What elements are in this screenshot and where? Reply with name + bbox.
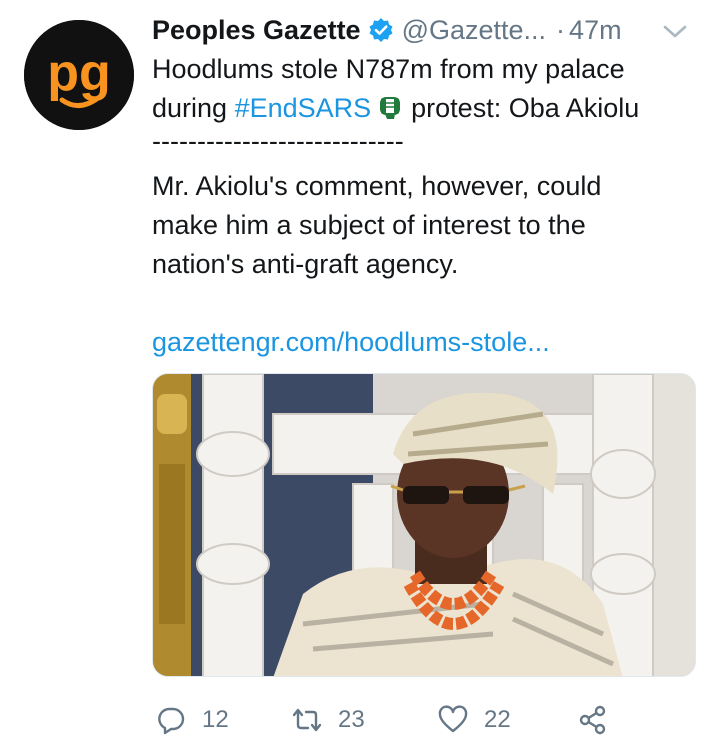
tweet-header: Peoples Gazette @Gazette... · 47m (152, 10, 700, 50)
chevron-down-icon[interactable] (662, 24, 688, 40)
like-count: 22 (484, 706, 511, 733)
like-button[interactable]: 22 (438, 700, 511, 740)
account-handle[interactable]: @Gazette... (402, 15, 546, 46)
tweet-actions: 12 23 22 (152, 700, 692, 740)
reply-button[interactable]: 12 (156, 700, 229, 740)
reply-count: 12 (202, 706, 229, 733)
oba-portrait-image (153, 374, 695, 676)
account-name[interactable]: Peoples Gazette (152, 15, 361, 46)
avatar[interactable]: pg (24, 20, 134, 130)
heart-icon (438, 705, 468, 733)
text-fragment: protest: Oba Akiolu (411, 93, 640, 123)
tweet-body-line: Mr. Akiolu's comment, however, could (152, 171, 602, 201)
tweet-headline-line: Hoodlums stole N787m from my palace (152, 54, 625, 84)
share-icon (579, 705, 606, 735)
tweet-headline-line: during #EndSARS protest: Oba Akiolu (152, 89, 700, 128)
tweet-body-line: nation's anti-graft agency. (152, 249, 459, 279)
retweet-icon (292, 708, 322, 732)
svg-text:pg: pg (47, 44, 111, 102)
verified-badge-icon (368, 17, 394, 43)
divider-text: ---------------------------- (152, 128, 404, 156)
separator-dot: · (556, 14, 566, 45)
text-fragment: during (152, 93, 235, 123)
reply-icon (158, 707, 185, 735)
peoples-gazette-logo-icon: pg (24, 20, 134, 130)
hashtag-link[interactable]: #EndSARS (235, 93, 372, 123)
share-button[interactable] (578, 700, 624, 740)
tweet-photo[interactable] (152, 373, 696, 677)
article-link[interactable]: gazettengr.com/hoodlums-stole... (152, 323, 700, 362)
tweet-text: Hoodlums stole N787m from my palace duri… (152, 50, 700, 362)
tweet-timestamp[interactable]: 47m (569, 15, 622, 46)
raised-fist-emoji-icon (379, 94, 401, 120)
tweet-body-line: make him a subject of interest to the (152, 210, 586, 240)
tweet-card[interactable]: pg Peoples Gazette @Gazette... · 47m Hoo… (0, 0, 720, 751)
retweet-button[interactable]: 23 (292, 700, 365, 740)
retweet-count: 23 (338, 706, 365, 733)
